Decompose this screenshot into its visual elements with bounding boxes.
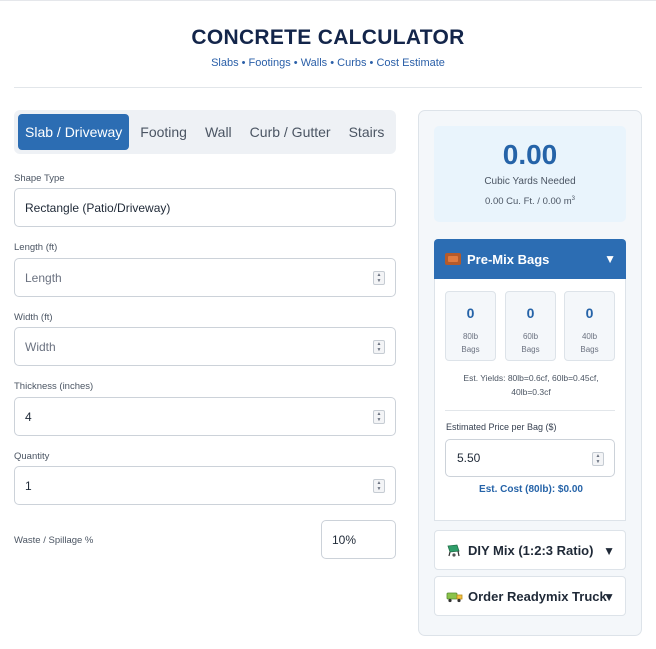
cubic-yards-label: Cubic Yards Needed bbox=[484, 176, 576, 187]
shape-tabs: Slab / Driveway Footing Wall Curb / Gutt… bbox=[14, 110, 396, 154]
mixer-icon bbox=[446, 544, 462, 557]
premix-accordion-body: 0 80lb Bags 0 60lb Bags 0 40lb Bags Est. Yi… bbox=[434, 279, 626, 521]
waste-label: Waste / Spillage % bbox=[14, 535, 94, 546]
bag-60lb: 0 60lb Bags bbox=[505, 291, 556, 361]
quantity-input[interactable]: 1 ▲ ▼ bbox=[14, 466, 396, 505]
shape-type-label: Shape Type bbox=[14, 173, 65, 184]
bags-icon bbox=[445, 253, 461, 265]
width-input[interactable]: Width ▲ ▼ bbox=[14, 327, 396, 366]
readymix-title: Order Readymix Truck bbox=[468, 588, 607, 604]
top-divider bbox=[0, 0, 656, 1]
bag-60lb-count: 0 bbox=[526, 305, 535, 321]
length-spinner[interactable]: ▲ ▼ bbox=[373, 271, 385, 285]
price-per-bag-label: Estimated Price per Bag ($) bbox=[446, 422, 557, 432]
width-spinner[interactable]: ▲ ▼ bbox=[373, 340, 385, 354]
length-placeholder: Length bbox=[25, 270, 62, 285]
waste-input[interactable]: 10% bbox=[321, 520, 396, 559]
thickness-value: 4 bbox=[25, 409, 32, 424]
bag-60lb-label: 60lb Bags bbox=[521, 332, 540, 354]
shape-type-value: Rectangle (Patio/Driveway) bbox=[25, 200, 171, 215]
cubic-yards-value: 0.00 bbox=[502, 139, 558, 170]
tab-slab-driveway[interactable]: Slab / Driveway bbox=[18, 114, 130, 150]
tab-wall[interactable]: Wall bbox=[198, 114, 239, 150]
truck-icon bbox=[446, 590, 463, 603]
width-label: Width (ft) bbox=[14, 312, 53, 323]
length-input[interactable]: Length ▲ ▼ bbox=[14, 258, 396, 297]
bag-40lb: 0 40lb Bags bbox=[564, 291, 615, 361]
bag-40lb-count: 0 bbox=[585, 305, 594, 321]
page-title: CONCRETE CALCULATOR bbox=[191, 26, 465, 49]
tab-curb-gutter[interactable]: Curb / Gutter bbox=[243, 114, 338, 150]
tab-footing[interactable]: Footing bbox=[133, 114, 194, 150]
volume-conversions: 0.00 Cu. Ft. / 0.00 m3 bbox=[485, 196, 575, 208]
page-header: CONCRETE CALCULATOR Slabs • Footings • W… bbox=[14, 14, 642, 88]
shape-type-select[interactable]: Rectangle (Patio/Driveway) bbox=[14, 188, 396, 227]
bag-80lb: 0 80lb Bags bbox=[445, 291, 496, 361]
bag-40lb-label: 40lb Bags bbox=[580, 332, 599, 354]
chevron-down-icon: ▼ bbox=[603, 544, 615, 558]
result-card: 0.00 Cubic Yards Needed 0.00 Cu. Ft. / 0… bbox=[434, 126, 626, 222]
premix-accordion-header[interactable]: Pre-Mix Bags ▼ bbox=[434, 239, 626, 279]
price-per-bag-input[interactable]: 5.50 ▲ ▼ bbox=[445, 439, 615, 477]
estimated-cost: Est. Cost (80lb): $0.00 bbox=[479, 484, 583, 495]
diy-mix-title: DIY Mix (1:2:3 Ratio) bbox=[468, 542, 594, 558]
chevron-down-icon: ▼ bbox=[604, 252, 616, 266]
waste-value: 10% bbox=[332, 532, 357, 547]
width-placeholder: Width bbox=[25, 339, 56, 354]
page-subtitle: Slabs • Footings • Walls • Curbs • Cost … bbox=[211, 57, 445, 69]
thickness-label: Thickness (inches) bbox=[14, 381, 94, 392]
price-spinner[interactable]: ▲ ▼ bbox=[592, 452, 604, 466]
tab-stairs[interactable]: Stairs bbox=[342, 114, 392, 150]
premix-title: Pre-Mix Bags bbox=[467, 251, 550, 267]
bag-80lb-count: 0 bbox=[466, 305, 475, 321]
thickness-input[interactable]: 4 ▲ ▼ bbox=[14, 397, 396, 436]
premix-divider bbox=[445, 410, 615, 411]
bag-80lb-label: 80lb Bags bbox=[461, 332, 480, 354]
chevron-down-icon: ▼ bbox=[603, 590, 615, 604]
length-label: Length (ft) bbox=[14, 242, 58, 253]
thickness-spinner[interactable]: ▲ ▼ bbox=[373, 410, 385, 424]
diy-mix-accordion-header[interactable]: DIY Mix (1:2:3 Ratio) ▼ bbox=[434, 530, 626, 570]
quantity-label: Quantity bbox=[14, 451, 50, 462]
readymix-accordion-header[interactable]: Order Readymix Truck ▼ bbox=[434, 576, 626, 616]
quantity-value: 1 bbox=[25, 478, 32, 493]
price-per-bag-value: 5.50 bbox=[457, 451, 481, 465]
quantity-spinner[interactable]: ▲ ▼ bbox=[373, 479, 385, 493]
bag-yields-note: Est. Yields: 80lb=0.6cf, 60lb=0.45cf, 40l… bbox=[463, 373, 599, 397]
